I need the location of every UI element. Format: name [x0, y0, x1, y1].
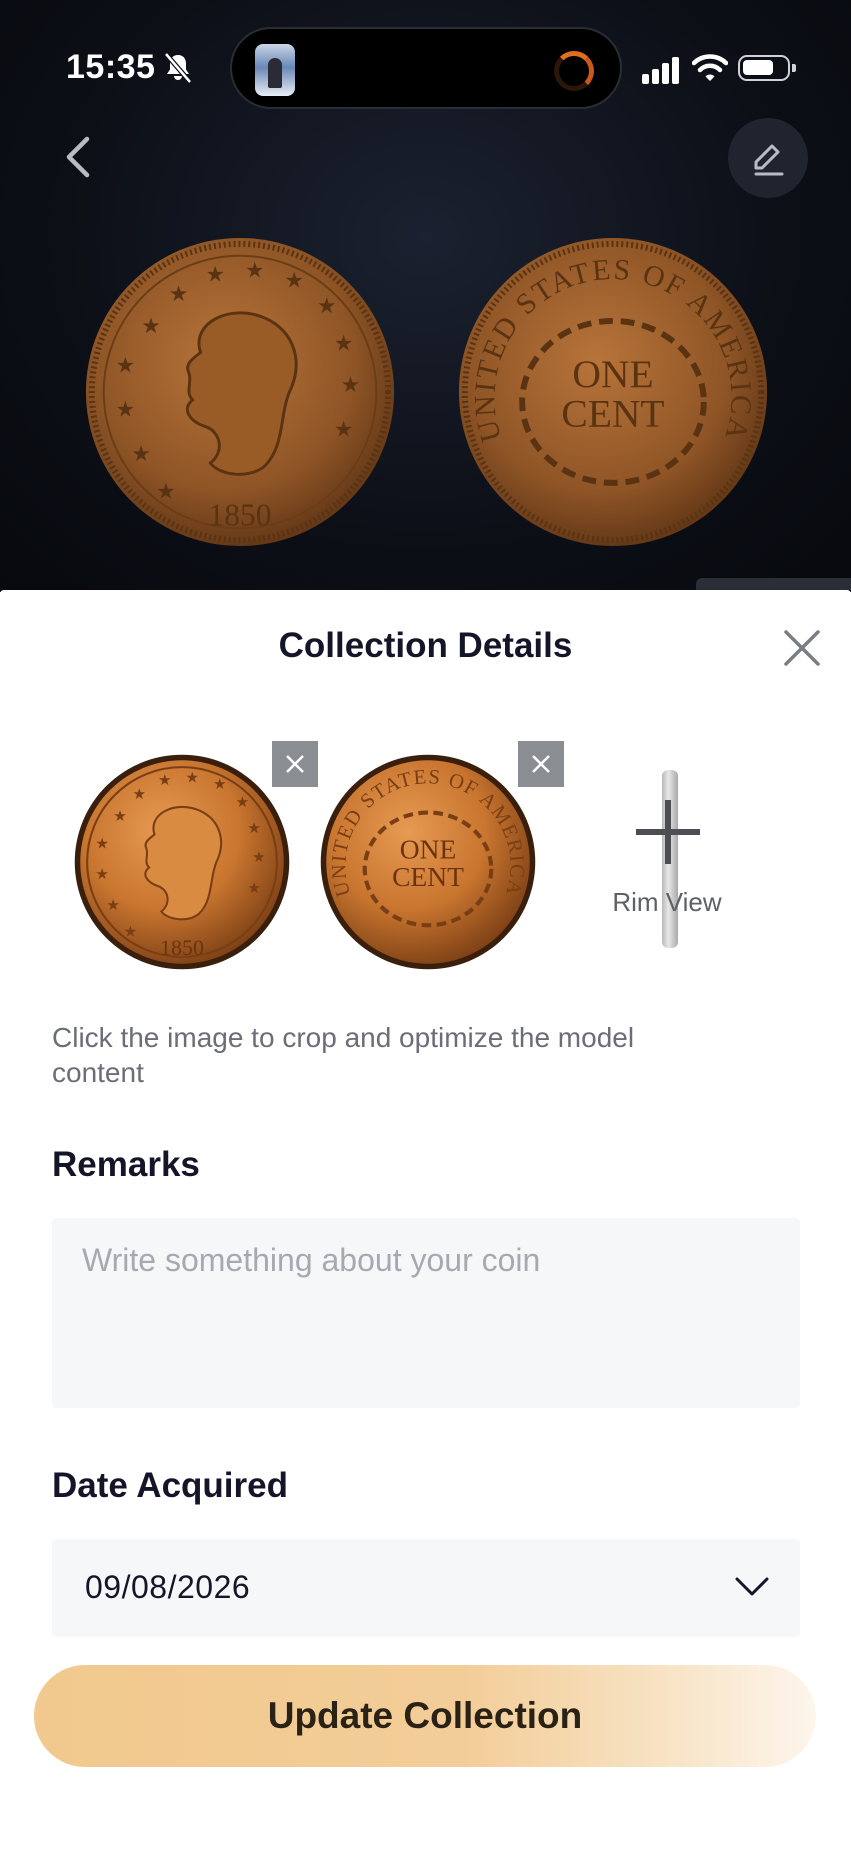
svg-text:★: ★ [116, 352, 135, 377]
svg-text:CENT: CENT [392, 861, 464, 892]
coin-obverse-preview: ★★ ★ ★ ★★ ★★ ★★ ★★ ★ 1850 [85, 237, 395, 547]
svg-text:★: ★ [113, 808, 127, 825]
dynamic-island [230, 27, 622, 109]
activity-ring-icon [554, 51, 594, 91]
svg-text:★: ★ [213, 776, 227, 793]
svg-text:CENT: CENT [561, 392, 664, 436]
signal-icon [642, 56, 682, 84]
wifi-icon [692, 54, 728, 81]
svg-text:★: ★ [205, 261, 224, 286]
back-chevron-icon [66, 136, 90, 178]
remarks-input[interactable] [52, 1218, 800, 1408]
crop-hint-text: Click the image to crop and optimize the… [52, 1022, 635, 1088]
svg-text:ONE: ONE [400, 834, 457, 865]
now-playing-thumbnail [255, 44, 295, 96]
svg-text:★: ★ [247, 880, 261, 897]
svg-text:★: ★ [252, 849, 266, 866]
svg-text:★: ★ [169, 281, 188, 306]
svg-text:★: ★ [124, 923, 138, 940]
close-button[interactable] [780, 626, 824, 670]
svg-text:★: ★ [245, 257, 264, 282]
reverse-image-thumbnail[interactable]: UNITED STATES OF AMERICA ONE CENT [318, 741, 564, 986]
svg-text:★: ★ [131, 441, 150, 466]
coin-reverse-thumbnail: UNITED STATES OF AMERICA ONE CENT [320, 754, 536, 970]
remove-x-icon [532, 755, 550, 773]
remove-x-icon [286, 755, 304, 773]
svg-text:★: ★ [106, 897, 120, 914]
back-button[interactable] [55, 125, 111, 189]
svg-text:★: ★ [284, 267, 303, 292]
close-icon [784, 630, 820, 666]
svg-text:★: ★ [185, 769, 199, 786]
plus-icon [636, 800, 700, 864]
svg-text:★: ★ [95, 835, 109, 852]
bell-slash-icon [164, 52, 192, 84]
svg-text:★: ★ [247, 820, 261, 837]
update-collection-button[interactable]: Update Collection [34, 1665, 816, 1767]
coin-obverse-thumbnail: ★★ ★ ★ ★★ ★★ ★★ ★★ ★ 1850 [74, 754, 290, 970]
remove-reverse-button[interactable] [518, 741, 564, 787]
coin-preview-header: 15:35 ★ ★ ★ ★ ★ ★ ★ ★ ★ ★ ★ ★ ★ 1850 UNI… [0, 0, 851, 592]
collection-details-sheet: Collection Details ★ ★ ★ ★ ★ ★ ★ ★ ★ ★ ★ ★ ★ 1… [0, 590, 851, 1849]
svg-text:★: ★ [236, 794, 250, 811]
add-rim-view-button[interactable]: Rim View [600, 770, 734, 950]
coin-year-text: 1850 [208, 497, 271, 532]
sheet-title: Collection Details [278, 626, 573, 665]
remove-obverse-button[interactable] [272, 741, 318, 787]
svg-text:★: ★ [141, 313, 160, 338]
svg-text:★: ★ [317, 293, 336, 318]
svg-text:★: ★ [133, 786, 147, 803]
coin-reverse-preview: UNITED STATES OF AMERICA ONE CENT [458, 237, 768, 547]
svg-text:★: ★ [95, 866, 109, 883]
date-acquired-label: Date Acquired [52, 1466, 288, 1505]
svg-text:★: ★ [341, 372, 360, 397]
rim-view-label: Rim View [612, 887, 722, 917]
date-acquired-select[interactable]: 09/08/2026 [52, 1539, 800, 1637]
chevron-down-icon [735, 1577, 769, 1596]
battery-icon [738, 55, 796, 81]
status-time: 15:35 [66, 48, 156, 86]
svg-text:★: ★ [116, 397, 135, 422]
svg-text:1850: 1850 [160, 935, 204, 960]
svg-text:★: ★ [156, 479, 175, 504]
sheet-peek-handle [696, 578, 851, 590]
svg-text:★: ★ [334, 416, 353, 441]
edit-button[interactable] [728, 118, 808, 198]
svg-text:★: ★ [158, 772, 172, 789]
svg-text:★: ★ [334, 331, 353, 356]
remarks-label: Remarks [52, 1145, 200, 1184]
obverse-image-thumbnail[interactable]: ★ ★ ★ ★ ★ ★ ★ ★ ★ ★ ★ ★ ★ 1850 [72, 741, 318, 986]
status-bar: 15:35 [0, 0, 851, 130]
svg-text:ONE: ONE [572, 352, 653, 396]
edit-pencil-icon [754, 144, 784, 176]
date-acquired-value: 09/08/2026 [85, 1569, 251, 1605]
